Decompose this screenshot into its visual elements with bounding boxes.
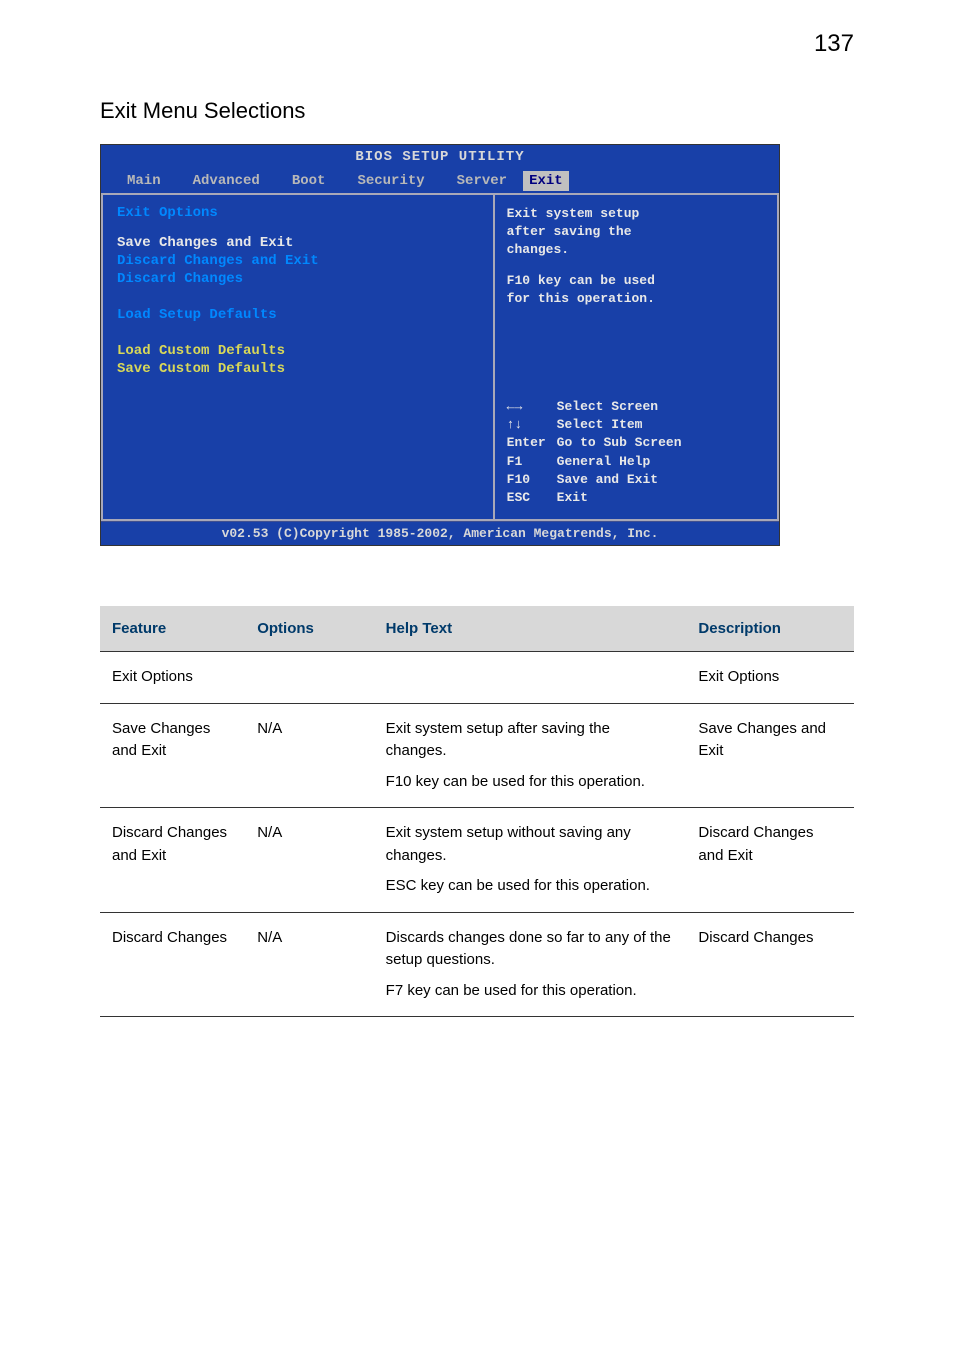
- bios-help-text: Exit system setup after saving the chang…: [507, 205, 765, 308]
- table-cell: [374, 652, 687, 704]
- table-header-row: Feature Options Help Text Description: [100, 606, 854, 652]
- bios-menu-item[interactable]: Load Setup Defaults: [117, 307, 479, 323]
- nav-key: ←→: [507, 398, 557, 416]
- bios-nav-help: ←→Select Screen↑↓Select ItemEnterGo to S…: [507, 398, 765, 507]
- table-cell: Discard Changes and Exit: [100, 808, 245, 913]
- header-description: Description: [686, 606, 854, 652]
- help-line: after saving the: [507, 223, 765, 241]
- tab-security[interactable]: Security: [341, 171, 440, 191]
- table-cell: N/A: [245, 808, 373, 913]
- nav-key: ESC: [507, 489, 557, 507]
- bios-title: BIOS SETUP UTILITY: [101, 145, 779, 169]
- bios-body: Exit Options Save Changes and Exit Discar…: [101, 193, 779, 521]
- nav-label: Save and Exit: [557, 471, 658, 489]
- table-cell: Exit system setup after saving the chang…: [374, 703, 687, 808]
- help-line: Exit system setup: [507, 205, 765, 223]
- bios-right-panel: Exit system setup after saving the chang…: [493, 193, 779, 521]
- bios-menu-item: [117, 289, 479, 305]
- tab-boot[interactable]: Boot: [276, 171, 342, 191]
- tab-exit[interactable]: Exit: [523, 171, 569, 191]
- nav-label: Go to Sub Screen: [557, 434, 682, 452]
- tab-server[interactable]: Server: [441, 171, 523, 191]
- bios-footer: v02.53 (C)Copyright 1985-2002, American …: [101, 521, 779, 545]
- table-cell: Exit Options: [686, 652, 854, 704]
- nav-label: Exit: [557, 489, 588, 507]
- nav-row: EnterGo to Sub Screen: [507, 434, 765, 452]
- section-title: Exit Menu Selections: [100, 98, 854, 124]
- header-feature: Feature: [100, 606, 245, 652]
- nav-row: ↑↓Select Item: [507, 416, 765, 434]
- table-cell: Save Changes and Exit: [100, 703, 245, 808]
- bios-screenshot: BIOS SETUP UTILITY Main Advanced Boot Se…: [100, 144, 780, 546]
- table-cell: [245, 652, 373, 704]
- nav-row: F1General Help: [507, 453, 765, 471]
- table-row: Exit Options Exit Options: [100, 652, 854, 704]
- table-cell: Exit system setup without saving any cha…: [374, 808, 687, 913]
- header-options: Options: [245, 606, 373, 652]
- nav-key: F1: [507, 453, 557, 471]
- nav-row: F10Save and Exit: [507, 471, 765, 489]
- table-cell: N/A: [245, 703, 373, 808]
- nav-label: Select Screen: [557, 398, 658, 416]
- feature-table: Feature Options Help Text Description Ex…: [100, 606, 854, 1017]
- bios-left-panel: Exit Options Save Changes and Exit Discar…: [101, 193, 493, 521]
- table-cell: Discards changes done so far to any of t…: [374, 912, 687, 1017]
- bios-menu-item[interactable]: Save Changes and Exit: [117, 235, 479, 251]
- tab-main[interactable]: Main: [111, 171, 177, 191]
- nav-key: Enter: [507, 434, 557, 452]
- table-cell: Discard Changes: [686, 912, 854, 1017]
- bios-menu-item[interactable]: Discard Changes and Exit: [117, 253, 479, 269]
- page-number: 137: [100, 30, 854, 58]
- bios-menu-item[interactable]: Discard Changes: [117, 271, 479, 287]
- table-row: Discard ChangesN/ADiscards changes done …: [100, 912, 854, 1017]
- nav-key: F10: [507, 471, 557, 489]
- table-row: Save Changes and ExitN/AExit system setu…: [100, 703, 854, 808]
- nav-label: Select Item: [557, 416, 643, 434]
- nav-row: ←→Select Screen: [507, 398, 765, 416]
- help-line: for this operation.: [507, 290, 765, 308]
- table-cell: Exit Options: [100, 652, 245, 704]
- table-cell: N/A: [245, 912, 373, 1017]
- table-cell: Save Changes and Exit: [686, 703, 854, 808]
- bios-tabs: Main Advanced Boot Security Server Exit: [101, 169, 779, 193]
- bios-menu-item[interactable]: Load Custom Defaults: [117, 343, 479, 359]
- bios-menu-item: [117, 325, 479, 341]
- nav-key: ↑↓: [507, 416, 557, 434]
- exit-options-heading: Exit Options: [117, 205, 479, 221]
- tab-advanced[interactable]: Advanced: [177, 171, 276, 191]
- table-cell: Discard Changes: [100, 912, 245, 1017]
- nav-label: General Help: [557, 453, 651, 471]
- help-line: changes.: [507, 241, 765, 259]
- help-line: F10 key can be used: [507, 272, 765, 290]
- table-cell: Discard Changes and Exit: [686, 808, 854, 913]
- nav-row: ESCExit: [507, 489, 765, 507]
- table-row: Discard Changes and ExitN/AExit system s…: [100, 808, 854, 913]
- header-help: Help Text: [374, 606, 687, 652]
- bios-menu-item[interactable]: Save Custom Defaults: [117, 361, 479, 377]
